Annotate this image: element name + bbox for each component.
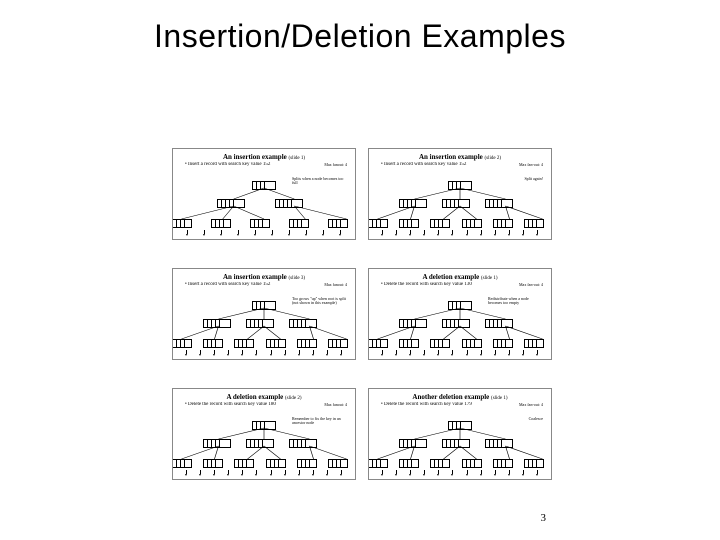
tree-node (448, 301, 472, 310)
tree-node (250, 219, 270, 228)
thumb-note: Max fan-out: 4 (519, 403, 543, 407)
tree-node (297, 459, 317, 468)
example-thumbnail: An insertion example (slide 2)• Insert a… (368, 148, 552, 240)
thumb-heading: A deletion example (slide 1) (375, 273, 545, 281)
tree-node (289, 219, 309, 228)
tree-node (328, 339, 348, 348)
thumb-note: Max fanout: 4 (324, 403, 347, 407)
tree-diagram (173, 421, 355, 477)
thumb-note: Max fanout: 4 (324, 163, 347, 167)
thumb-note: Max fan-out: 4 (519, 283, 543, 287)
thumb-note: Max fanout: 4 (324, 283, 347, 287)
tree-node (252, 301, 276, 310)
leaf-pointers (375, 470, 545, 476)
thumb-note: Max fan-out: 4 (519, 163, 543, 167)
tree-node (217, 199, 245, 208)
tree-node (246, 319, 274, 328)
example-thumbnail: An insertion example (slide 1)• Insert a… (172, 148, 356, 240)
tree-node (172, 339, 192, 348)
tree-node (266, 339, 286, 348)
tree-node (430, 459, 450, 468)
tree-node (399, 319, 427, 328)
example-thumbnail: A deletion example (slide 2)• Delete the… (172, 388, 356, 480)
example-thumbnail: Another deletion example (slide 1)• Dele… (368, 388, 552, 480)
leaf-pointers (179, 230, 349, 236)
tree-node (246, 439, 274, 448)
leaf-pointers (179, 350, 349, 356)
tree-node (448, 181, 472, 190)
tree-node (203, 459, 223, 468)
tree-node (297, 339, 317, 348)
tree-node (493, 339, 513, 348)
example-thumbnail: A deletion example (slide 1)• Delete the… (368, 268, 552, 360)
tree-node (399, 339, 419, 348)
tree-node (234, 339, 254, 348)
tree-node (524, 339, 544, 348)
page-title: Insertion/Deletion Examples (0, 18, 720, 55)
tree-node (485, 439, 513, 448)
tree-node (172, 219, 192, 228)
tree-node (442, 319, 470, 328)
tree-node (368, 339, 388, 348)
example-thumbnail: An insertion example (slide 3)• Insert a… (172, 268, 356, 360)
tree-node (448, 421, 472, 430)
tree-node (493, 219, 513, 228)
thumb-heading: A deletion example (slide 2) (179, 393, 349, 401)
tree-node (328, 459, 348, 468)
thumbnail-grid: An insertion example (slide 1)• Insert a… (172, 148, 552, 480)
tree-node (430, 339, 450, 348)
tree-node (462, 219, 482, 228)
leaf-pointers (375, 350, 545, 356)
tree-node (430, 219, 450, 228)
tree-node (399, 219, 419, 228)
tree-node (328, 219, 348, 228)
tree-node (211, 219, 231, 228)
tree-diagram (173, 181, 355, 237)
tree-diagram (369, 301, 551, 357)
thumb-heading: An insertion example (slide 2) (375, 153, 545, 161)
thumb-heading: Another deletion example (slide 1) (375, 393, 545, 401)
tree-diagram (369, 421, 551, 477)
tree-node (462, 459, 482, 468)
thumb-heading: An insertion example (slide 3) (179, 273, 349, 281)
tree-node (399, 459, 419, 468)
slide: Insertion/Deletion Examples An insertion… (0, 0, 720, 540)
tree-node (442, 199, 470, 208)
tree-node (203, 339, 223, 348)
tree-node (485, 319, 513, 328)
thumb-heading: An insertion example (slide 1) (179, 153, 349, 161)
tree-node (203, 439, 231, 448)
tree-node (203, 319, 231, 328)
tree-node (289, 319, 317, 328)
tree-node (462, 339, 482, 348)
tree-node (172, 459, 192, 468)
tree-node (252, 421, 276, 430)
leaf-pointers (179, 470, 349, 476)
tree-node (368, 459, 388, 468)
tree-node (399, 439, 427, 448)
leaf-pointers (375, 230, 545, 236)
tree-node (442, 439, 470, 448)
tree-node (368, 219, 388, 228)
tree-node (252, 181, 276, 190)
tree-node (524, 459, 544, 468)
tree-node (399, 199, 427, 208)
tree-node (275, 199, 303, 208)
tree-node (234, 459, 254, 468)
tree-node (493, 459, 513, 468)
tree-node (266, 459, 286, 468)
tree-diagram (369, 181, 551, 237)
tree-node (524, 219, 544, 228)
page-number: 3 (541, 512, 547, 524)
tree-node (289, 439, 317, 448)
tree-node (485, 199, 513, 208)
tree-diagram (173, 301, 355, 357)
